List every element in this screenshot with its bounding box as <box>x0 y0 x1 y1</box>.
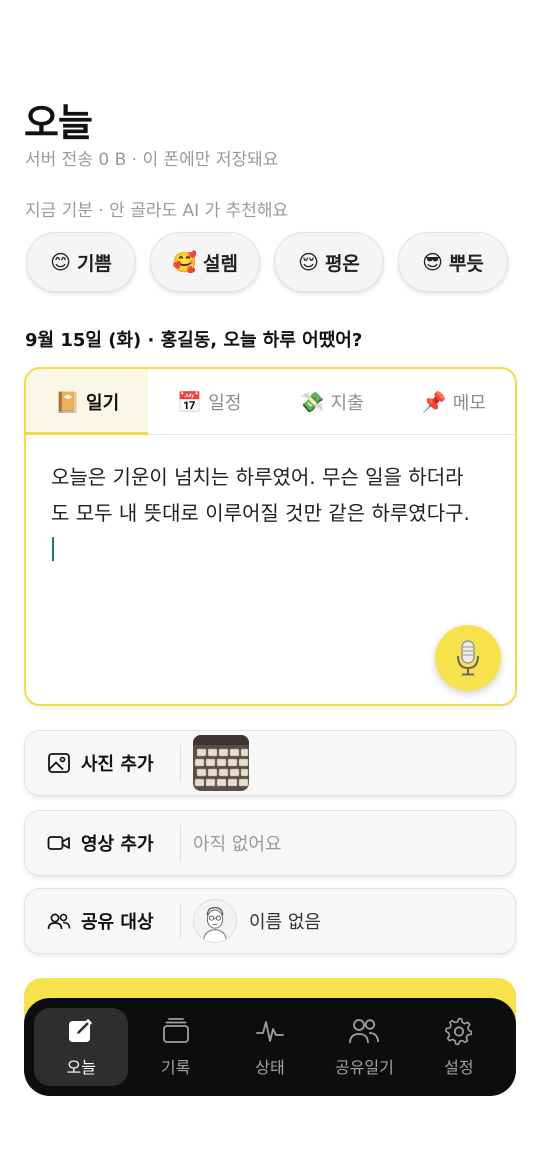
tab-memo[interactable]: 📌 메모 <box>393 369 515 434</box>
pencil-square-icon <box>69 1019 93 1042</box>
nav-item-shared-diary[interactable]: 공유일기 <box>317 1008 411 1086</box>
tab-label: 일정 <box>208 392 242 414</box>
mood-chip-label: 평온 <box>324 252 360 275</box>
mood-chip-proud[interactable]: 😎 뿌듯 <box>398 232 508 292</box>
share-target-button[interactable]: 공유 대상 <box>25 908 180 934</box>
diary-text: 오늘은 기운이 넘치는 하루였어. 무슨 일을 하더라도 모두 내 뜻대로 이루… <box>51 465 470 525</box>
share-target-row[interactable]: 공유 대상 이름 없음 <box>24 888 516 954</box>
gear-icon <box>444 1017 473 1046</box>
tab-label: 메모 <box>452 392 486 414</box>
mood-chip-label: 설렘 <box>202 252 238 275</box>
mood-selector: 😊 기쁨 🥰 설렘 😌 평온 😎 뿌듯 <box>26 230 540 296</box>
people-icon <box>47 913 71 930</box>
nav-label: 공유일기 <box>334 1058 394 1077</box>
tab-expense[interactable]: 💸 지출 <box>271 369 393 434</box>
money-icon: 💸 <box>299 389 325 414</box>
nav-item-records[interactable]: 기록 <box>128 1008 222 1086</box>
smile-emoji-icon: 😊 <box>50 250 71 274</box>
mood-chip-joy[interactable]: 😊 기쁨 <box>26 232 136 292</box>
add-video-label: 영상 추가 <box>81 834 154 855</box>
add-video-row[interactable]: 영상 추가 아직 없어요 <box>24 810 516 876</box>
add-photo-label: 사진 추가 <box>81 754 154 775</box>
share-target-value: 이름 없음 <box>181 899 321 943</box>
mood-chip-calm[interactable]: 😌 평온 <box>274 232 384 292</box>
photo-list <box>181 735 249 791</box>
nav-item-today[interactable]: 오늘 <box>34 1008 129 1086</box>
relieved-emoji-icon: 😌 <box>298 250 319 274</box>
text-caret <box>52 537 54 561</box>
tab-schedule[interactable]: 📅 일정 <box>148 369 270 434</box>
pulse-icon <box>256 1021 284 1042</box>
bottom-nav: 오늘 기록 상태 공유일기 설정 <box>24 998 516 1096</box>
page-title: 오늘 <box>24 101 93 145</box>
video-camera-icon <box>47 836 70 850</box>
nav-item-settings[interactable]: 설정 <box>412 1008 506 1086</box>
add-video-button[interactable]: 영상 추가 <box>25 830 180 856</box>
voice-input-button[interactable] <box>435 625 501 691</box>
nav-item-status[interactable]: 상태 <box>223 1008 317 1086</box>
tab-label: 일기 <box>86 392 120 414</box>
hearts-emoji-icon: 🥰 <box>172 250 197 274</box>
diary-text-area[interactable]: 오늘은 기운이 넘치는 하루였어. 무슨 일을 하더라도 모두 내 뜻대로 이루… <box>51 459 471 567</box>
photo-thumbnail[interactable] <box>193 735 249 791</box>
mood-chip-excited[interactable]: 🥰 설렘 <box>150 232 260 292</box>
tab-diary[interactable]: 📔 일기 <box>26 369 149 435</box>
nav-label: 기록 <box>160 1058 191 1077</box>
mood-hint: 지금 기분 · 안 골라도 AI 가 추천해요 <box>25 201 289 221</box>
microphone-icon <box>457 640 479 676</box>
tab-label: 지출 <box>330 392 364 414</box>
avatar <box>193 899 237 943</box>
nav-label: 오늘 <box>66 1058 96 1077</box>
share-target-label: 공유 대상 <box>81 912 154 933</box>
mood-chip-label: 기쁨 <box>76 252 112 275</box>
nav-label: 상태 <box>255 1058 285 1077</box>
stack-icon <box>162 1018 189 1043</box>
mood-chip-label: 뿌듯 <box>448 252 484 275</box>
pushpin-icon: 📌 <box>421 389 447 414</box>
image-icon <box>48 753 70 773</box>
add-photo-button[interactable]: 사진 추가 <box>25 750 180 776</box>
people-icon <box>349 1019 380 1044</box>
date-prompt: 9월 15일 (화) · 홍길동, 오늘 하루 어땠어? <box>25 330 363 351</box>
entry-editor: 📔 일기 📅 일정 💸 지출 📌 메모 오늘은 기운이 넘치는 하루였어. 무슨… <box>24 367 517 706</box>
notebook-icon: 📔 <box>55 389 81 414</box>
entry-type-tabs: 📔 일기 📅 일정 💸 지출 📌 메모 <box>26 369 515 435</box>
add-photo-row[interactable]: 사진 추가 <box>24 730 516 796</box>
storage-subtitle: 서버 전송 0 B · 이 폰에만 저장돼요 <box>25 150 279 170</box>
share-target-name: 이름 없음 <box>249 912 321 933</box>
sunglasses-emoji-icon: 😎 <box>422 250 443 274</box>
calendar-icon: 📅 <box>177 389 203 414</box>
video-empty-text: 아직 없어요 <box>193 834 282 855</box>
nav-label: 설정 <box>444 1058 474 1077</box>
